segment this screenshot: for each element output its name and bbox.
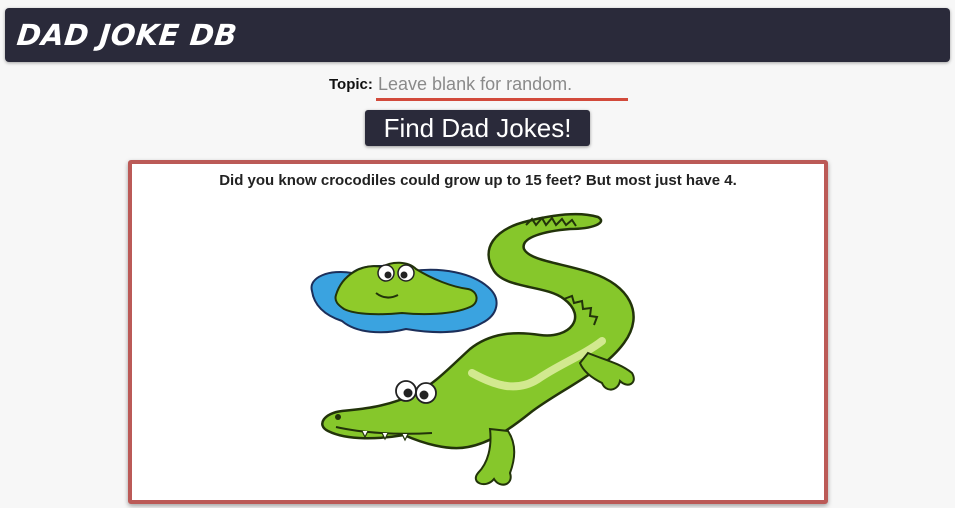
find-dad-jokes-button[interactable]: Find Dad Jokes! <box>365 110 590 146</box>
app-header: DAD JOKE DB <box>5 8 950 62</box>
crocodile-illustration <box>302 203 653 488</box>
joke-card: Did you know crocodiles could grow up to… <box>128 160 828 504</box>
topic-search-row: Topic: <box>0 70 955 102</box>
topic-input[interactable] <box>376 70 628 101</box>
topic-label: Topic: <box>329 76 373 93</box>
joke-text: Did you know crocodiles could grow up to… <box>219 172 737 189</box>
crocodile-illustration-svg <box>310 212 635 486</box>
app-title: DAD JOKE DB <box>15 18 239 52</box>
